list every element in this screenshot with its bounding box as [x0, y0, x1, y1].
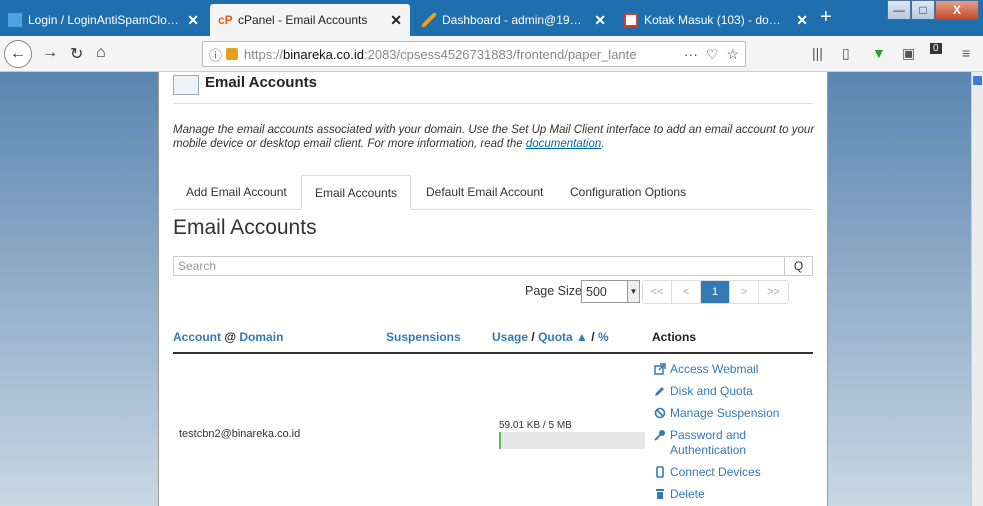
column-suspensions[interactable]: Suspensions	[386, 330, 461, 344]
key-icon	[654, 430, 665, 441]
close-icon[interactable]: ✕	[594, 12, 606, 29]
next-page-button[interactable]: >	[730, 281, 759, 303]
pencil-icon	[655, 387, 664, 396]
prev-page-button[interactable]: <	[672, 281, 701, 303]
delete-link[interactable]: Delete	[654, 487, 824, 502]
divider	[173, 103, 813, 104]
sidebar-icon[interactable]: ▯	[842, 45, 850, 62]
account-email: testcbn2@binareka.co.id	[179, 428, 301, 440]
last-page-button[interactable]: >>	[759, 281, 788, 303]
close-icon[interactable]: ✕	[390, 12, 402, 29]
close-icon[interactable]: ✕	[187, 12, 199, 29]
tab-configuration-options[interactable]: Configuration Options	[557, 175, 699, 210]
search-icon[interactable]: Q	[784, 257, 812, 275]
tab-email-accounts[interactable]: Email Accounts	[301, 175, 412, 210]
tab-dashboard[interactable]: Dashboard - admin@192.100.4 ✕	[414, 4, 614, 36]
ban-icon	[654, 407, 666, 419]
tab-cpanel-email[interactable]: cP cPanel - Email Accounts ✕	[210, 4, 410, 36]
scroll-up-icon[interactable]	[973, 76, 982, 85]
cpanel-content: Email Accounts Manage the email accounts…	[158, 72, 828, 506]
url-bar[interactable]: ⓘ https://binareka.co.id:2083/cpsess4526…	[202, 41, 746, 67]
close-window-button[interactable]: X	[935, 0, 979, 20]
section-tabs: Add Email Account Email Accounts Default…	[173, 175, 813, 210]
lock-warning-icon[interactable]	[226, 48, 239, 60]
chevron-down-icon: ▼	[627, 281, 639, 302]
url-text: https://binareka.co.id:2083/cpsess452673…	[244, 46, 637, 62]
page-size-label: Page Size	[525, 284, 582, 298]
page-header: Email Accounts	[173, 72, 317, 95]
mobile-device-icon	[656, 466, 664, 478]
search-input[interactable]: Search	[174, 257, 784, 275]
home-icon[interactable]: ⌂	[96, 44, 106, 62]
library-icon[interactable]: |||	[812, 45, 823, 61]
minimize-button[interactable]: —	[887, 0, 911, 20]
tab-title: cPanel - Email Accounts	[238, 13, 368, 27]
page-description: Manage the email accounts associated wit…	[173, 124, 815, 150]
new-tab-button[interactable]: +	[820, 6, 832, 29]
column-actions: Actions	[652, 330, 697, 344]
usage-progress-fill	[499, 432, 501, 449]
tab-default-email-account[interactable]: Default Email Account	[413, 175, 556, 210]
dashboard-favicon-icon	[422, 13, 436, 27]
documentation-link[interactable]: documentation	[526, 138, 601, 150]
trash-icon	[656, 489, 664, 499]
gmail-favicon-icon	[624, 13, 638, 27]
usage-progress-bar	[499, 432, 645, 449]
table-header-border	[173, 352, 813, 354]
back-arrow-icon[interactable]: ←	[4, 40, 32, 68]
tab-login-antispam[interactable]: Login / LoginAntiSpamCloud ✕	[0, 4, 207, 36]
pocket-icon[interactable]: ♡	[706, 46, 719, 63]
window-controls: — □ X	[887, 0, 979, 20]
maximize-button[interactable]: □	[911, 0, 935, 20]
browser-tabstrip: Login / LoginAntiSpamCloud ✕ cP cPanel -…	[0, 0, 983, 36]
connect-devices-link[interactable]: Connect Devices	[654, 465, 824, 480]
page-title: Email Accounts	[205, 73, 317, 91]
page-size-value: 500	[586, 284, 607, 299]
info-icon[interactable]: ⓘ	[209, 45, 222, 64]
navigation-toolbar: ← → ↻ ⌂ ⓘ https://binareka.co.id:2083/cp…	[0, 36, 983, 72]
column-usage-quota[interactable]: Usage / Quota ▲ / %	[492, 330, 609, 344]
usage-text: 59.01 KB / 5 MB	[499, 420, 572, 431]
first-page-button[interactable]: <<	[643, 281, 672, 303]
tab-title: Login / LoginAntiSpamCloud	[28, 13, 180, 27]
tab-title: Dashboard - admin@192.100.4	[442, 13, 587, 27]
download-icon[interactable]: ▼	[872, 45, 886, 61]
reload-icon[interactable]: ↻	[70, 44, 83, 64]
bookmark-star-icon[interactable]: ☆	[726, 46, 739, 63]
external-link-icon	[654, 363, 666, 375]
page-background-left	[0, 72, 158, 506]
envelope-icon	[173, 75, 199, 95]
disk-and-quota-link[interactable]: Disk and Quota	[654, 384, 824, 399]
forward-arrow-icon[interactable]: →	[42, 44, 58, 62]
current-page-button[interactable]: 1	[701, 281, 730, 303]
menu-icon[interactable]: ≡	[962, 45, 970, 61]
addon-badge[interactable]: 0	[930, 43, 942, 54]
password-authentication-link[interactable]: Password and Authentication	[654, 428, 824, 458]
close-icon[interactable]: ✕	[796, 12, 808, 29]
row-actions: Access Webmail Disk and Quota Manage Sus…	[654, 362, 824, 506]
column-account-domain[interactable]: Account @ Domain	[173, 330, 283, 344]
page-background-right	[828, 72, 971, 506]
pagination: << < 1 > >>	[642, 280, 789, 304]
scrollbar[interactable]	[971, 72, 983, 506]
lock-addon-icon[interactable]: ▣	[902, 45, 915, 62]
cpanel-favicon-icon: cP	[218, 13, 233, 27]
tab-gmail[interactable]: Kotak Masuk (103) - domefarid ✕	[616, 4, 816, 36]
tab-title: Kotak Masuk (103) - domefarid	[644, 13, 788, 27]
antispam-favicon-icon	[8, 13, 22, 27]
manage-suspension-link[interactable]: Manage Suspension	[654, 406, 824, 421]
page-size-select[interactable]: 500 ▼	[581, 280, 640, 303]
tab-add-email-account[interactable]: Add Email Account	[173, 175, 300, 210]
page-actions-icon[interactable]: ···	[684, 46, 698, 62]
access-webmail-link[interactable]: Access Webmail	[654, 362, 824, 377]
section-heading: Email Accounts	[173, 216, 317, 239]
search-box: Search Q	[173, 256, 813, 276]
